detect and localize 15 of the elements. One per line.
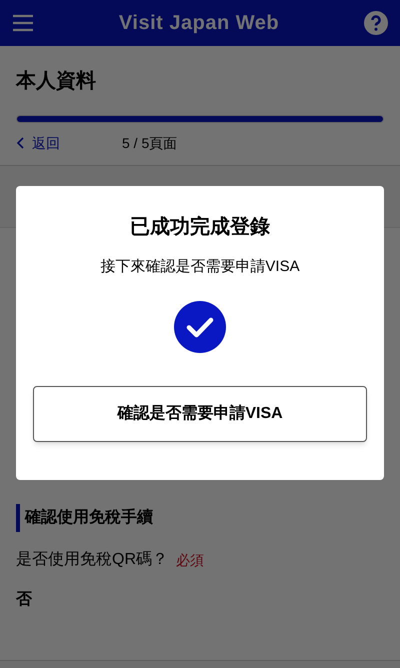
required-tag: 必須 xyxy=(176,550,204,570)
question-label: 是否使用免稅QR碼？ xyxy=(16,550,168,570)
help-icon[interactable] xyxy=(364,11,388,35)
menu-icon[interactable] xyxy=(12,14,34,32)
page-indicator: 5 / 5頁面 xyxy=(122,134,178,152)
chevron-left-icon xyxy=(16,137,24,149)
back-link[interactable]: 返回 xyxy=(16,132,60,154)
answer-value: 否 xyxy=(16,590,33,610)
section-heading: 確認使用免稅手續 xyxy=(25,507,153,528)
dialog-message: 接下來確認是否需要申請VISA xyxy=(100,257,300,277)
dialog-title: 已成功完成登錄 xyxy=(130,214,270,240)
visa-check-button[interactable]: 確認是否需要申請VISA xyxy=(33,386,367,442)
check-circle-icon xyxy=(174,300,226,352)
page-title: 本人資料 xyxy=(16,69,97,94)
app-title: Visit Japan Web xyxy=(118,11,280,36)
